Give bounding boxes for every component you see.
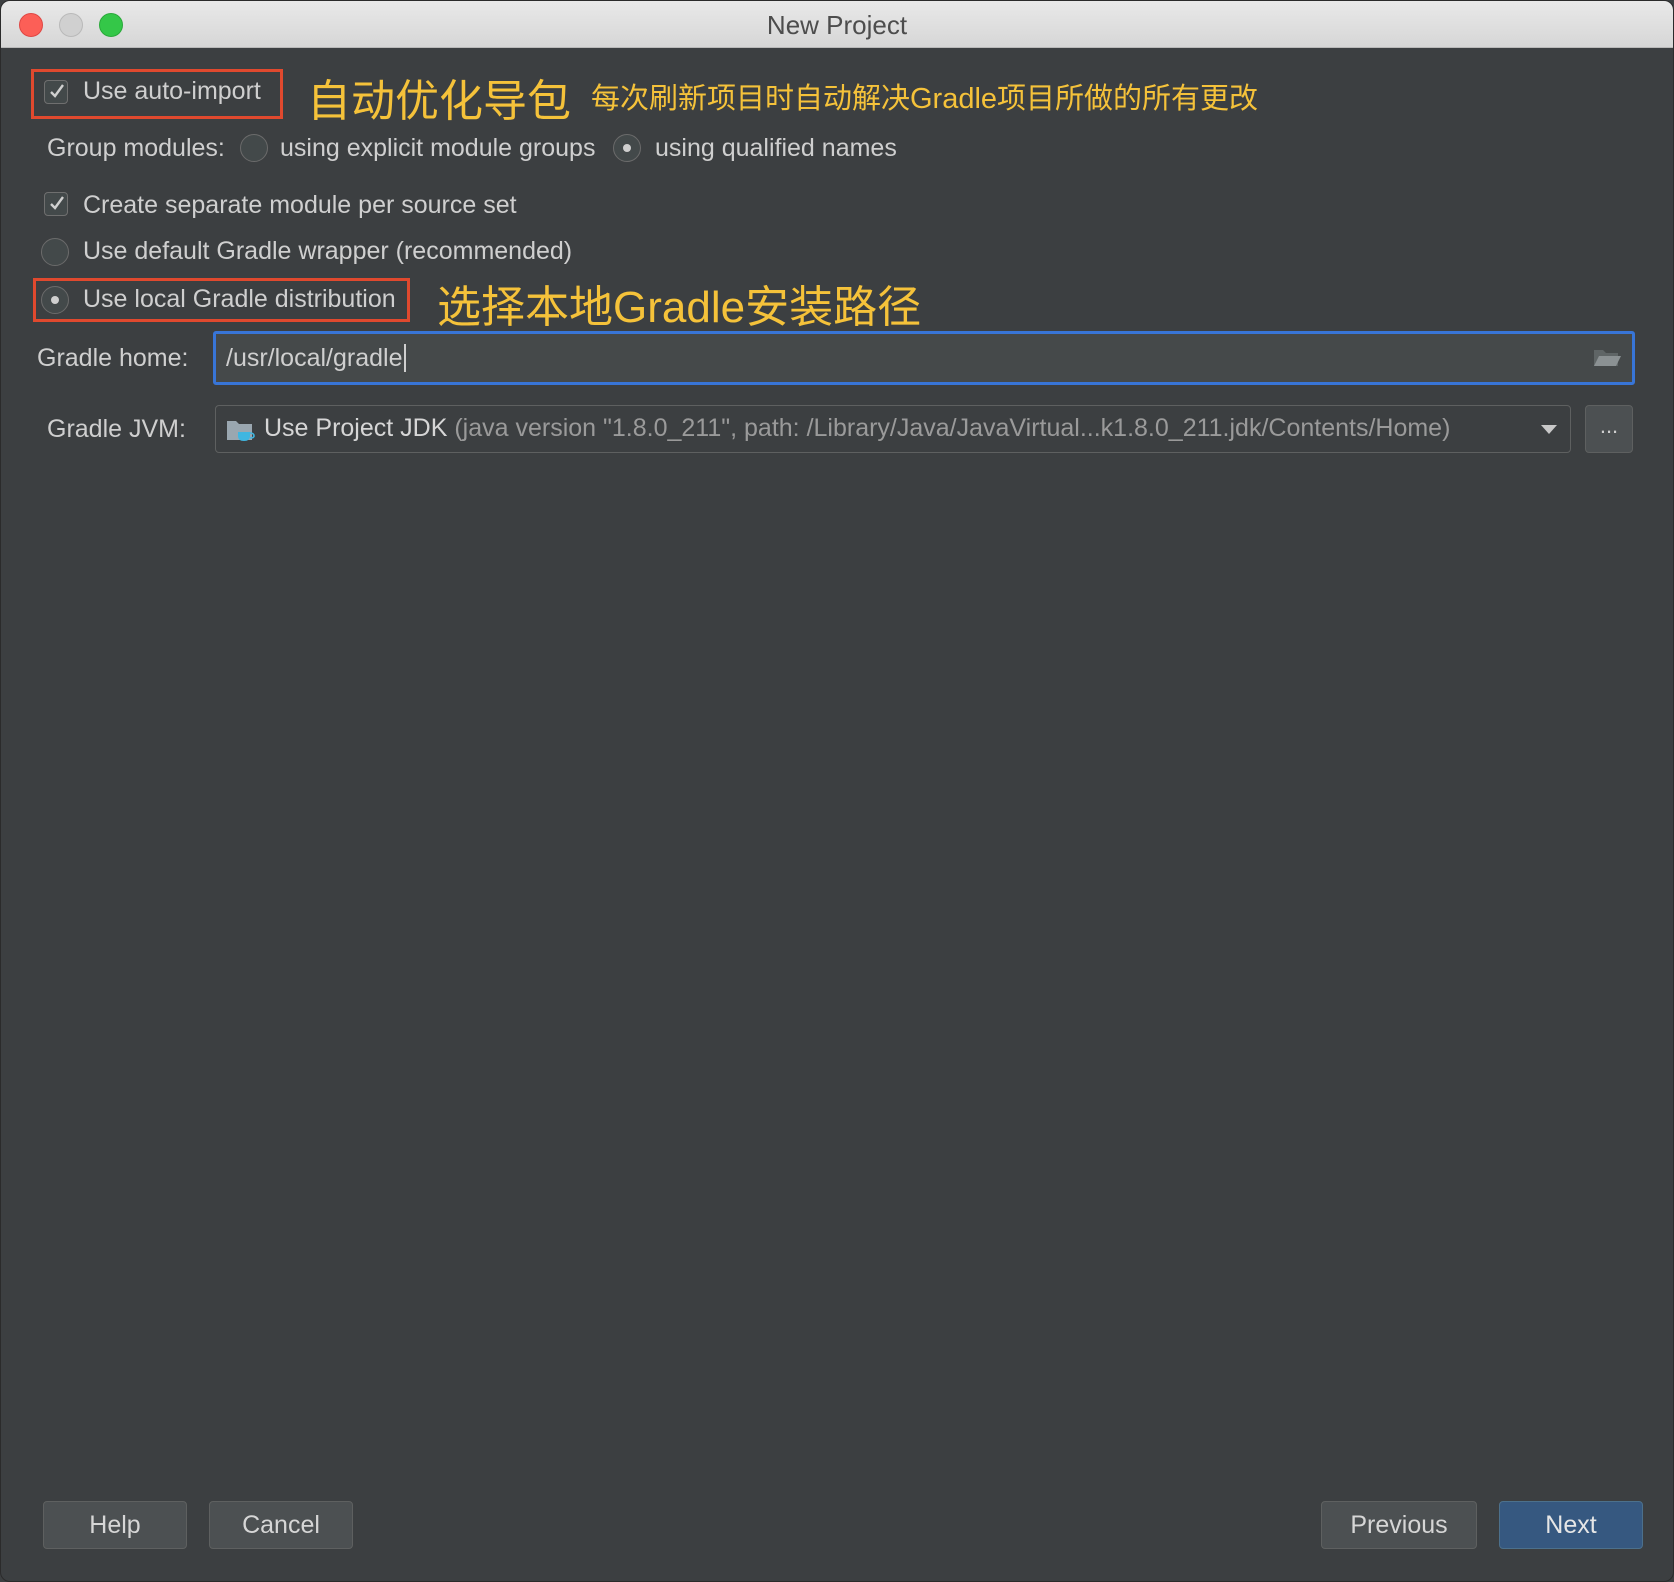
gradle-home-label: Gradle home: xyxy=(37,344,189,372)
cancel-button[interactable]: Cancel xyxy=(209,1501,353,1549)
group-modules-label: Group modules: xyxy=(47,134,225,162)
separate-module-checkbox[interactable] xyxy=(44,192,68,216)
local-gradle-radio[interactable] xyxy=(41,286,69,314)
explicit-module-groups-label[interactable]: using explicit module groups xyxy=(280,134,595,163)
gradle-home-input[interactable]: /usr/local/gradle xyxy=(213,331,1635,385)
gradle-wrapper-radio[interactable] xyxy=(41,238,69,266)
checkmark-icon xyxy=(50,196,64,210)
jdk-detail: (java version "1.8.0_211", path: /Librar… xyxy=(454,414,1451,442)
new-project-dialog: New Project Use auto-import 自动优化导包 每次刷新项… xyxy=(0,0,1674,1582)
qualified-names-radio[interactable] xyxy=(613,134,641,162)
annotation-local-gradle-note: 选择本地Gradle安装路径 xyxy=(437,283,922,332)
title-bar: New Project xyxy=(1,1,1673,48)
jdk-name: Use Project JDK xyxy=(264,414,448,442)
folder-open-icon[interactable] xyxy=(1592,346,1622,370)
next-button[interactable]: Next xyxy=(1499,1501,1643,1549)
separate-module-label[interactable]: Create separate module per source set xyxy=(83,191,517,220)
annotation-auto-import-title: 自动优化导包 xyxy=(307,77,571,126)
qualified-names-label[interactable]: using qualified names xyxy=(655,134,897,163)
local-gradle-label[interactable]: Use local Gradle distribution xyxy=(83,285,396,314)
chevron-down-icon xyxy=(1541,425,1557,434)
auto-import-label[interactable]: Use auto-import xyxy=(83,77,261,106)
jdk-folder-icon xyxy=(227,421,255,441)
checkmark-icon xyxy=(50,84,64,98)
window-title: New Project xyxy=(766,10,908,40)
previous-button[interactable]: Previous xyxy=(1321,1501,1477,1549)
auto-import-checkbox[interactable] xyxy=(44,80,68,104)
gradle-jvm-label: Gradle JVM: xyxy=(47,415,186,443)
gradle-wrapper-label[interactable]: Use default Gradle wrapper (recommended) xyxy=(83,237,572,266)
annotation-auto-import-desc: 每次刷新项目时自动解决Gradle项目所做的所有更改 xyxy=(591,83,1259,115)
gradle-home-value: /usr/local/gradle xyxy=(226,344,403,372)
explicit-module-groups-radio[interactable] xyxy=(240,134,268,162)
text-caret xyxy=(404,344,406,372)
jdk-browse-button[interactable]: ... xyxy=(1585,405,1633,453)
help-button[interactable]: Help xyxy=(43,1501,187,1549)
gradle-jvm-dropdown[interactable]: Use Project JDK (java version "1.8.0_211… xyxy=(215,405,1571,453)
